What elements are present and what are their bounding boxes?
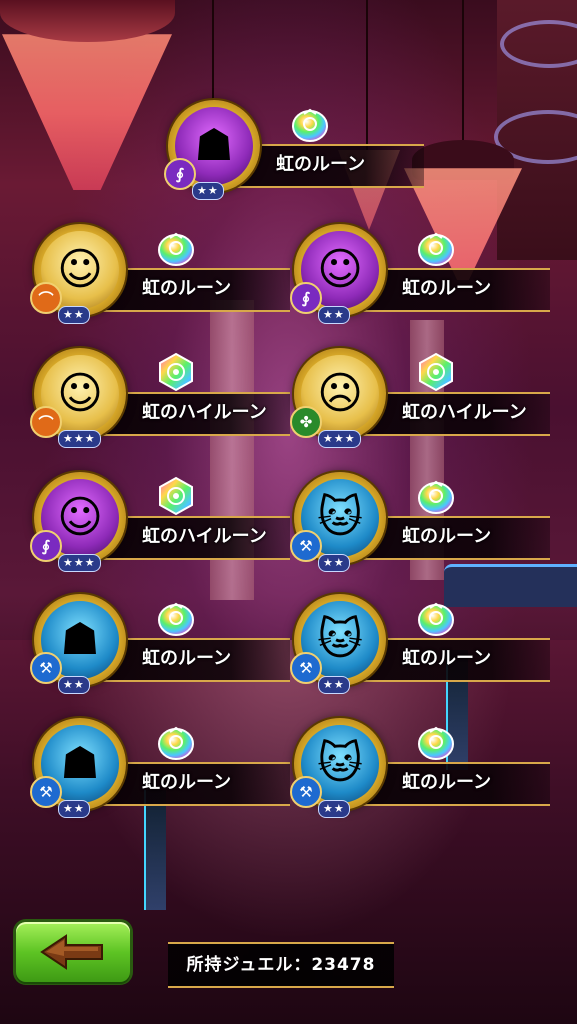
rainbow-rune-icon — [156, 228, 196, 268]
lamp-wire-decoration — [212, 0, 214, 110]
rarity-stars: ★★ — [192, 182, 224, 200]
rarity-stars: ★★ — [318, 676, 350, 694]
rarity-stars: ★★ — [58, 676, 90, 694]
rarity-stars: ★★ — [58, 800, 90, 818]
reward-name: 虹のルーン — [276, 154, 366, 175]
reward-item[interactable]: 虹のルーン ☗ ∮ ★★ — [164, 96, 432, 208]
staff-icon: ∮ — [290, 282, 322, 314]
reward-item[interactable]: 虹のハイルーン ☹ ✤ ★★★ — [290, 344, 558, 456]
axe-icon: ⚒ — [290, 652, 322, 684]
bow-icon: ⌒ — [30, 406, 62, 438]
reward-item[interactable]: 虹のハイルーン ☺ ∮ ★★★ — [30, 468, 298, 580]
rainbow-rune-icon — [416, 476, 456, 516]
lamp-wire-decoration — [462, 0, 464, 145]
reward-item[interactable]: 虹のルーン ☗ ⚒ ★★ — [30, 590, 298, 702]
staff-icon: ∮ — [30, 530, 62, 562]
reward-name: 虹のルーン — [142, 772, 232, 793]
healer-icon: ✤ — [290, 406, 322, 438]
jewel-count-panel: 所持ジュエル：23478 — [168, 942, 394, 988]
axe-icon: ⚒ — [290, 776, 322, 808]
axe-icon: ⚒ — [30, 652, 62, 684]
reward-name: 虹のハイルーン — [402, 402, 527, 423]
rainbow-rune-icon — [416, 228, 456, 268]
reward-item[interactable]: 虹のルーン 🐱 ⚒ ★★ — [290, 468, 558, 580]
rarity-stars: ★★★ — [58, 430, 101, 448]
rarity-stars: ★★ — [318, 554, 350, 572]
bow-icon: ⌒ — [30, 282, 62, 314]
rarity-stars: ★★ — [318, 800, 350, 818]
reward-item[interactable]: 虹のルーン ☺ ∮ ★★ — [290, 220, 558, 332]
back-button[interactable] — [16, 922, 130, 982]
rainbow-rune-icon — [416, 598, 456, 638]
staff-icon: ∮ — [164, 158, 196, 190]
reward-name: 虹のルーン — [402, 772, 492, 793]
reward-item[interactable]: 虹のハイルーン ☺ ⌒ ★★★ — [30, 344, 298, 456]
back-arrow-icon — [40, 934, 103, 970]
reward-item[interactable]: 虹のルーン ☺ ⌒ ★★ — [30, 220, 298, 332]
reward-name: 虹のルーン — [402, 278, 492, 299]
reward-name: 虹のハイルーン — [142, 402, 267, 423]
reward-name: 虹のハイルーン — [142, 526, 267, 547]
rarity-stars: ★★★ — [58, 554, 101, 572]
reward-name: 虹のルーン — [402, 526, 492, 547]
summon-results-screen: 虹のルーン ☗ ∮ ★★ 虹のルーン ☺ ⌒ ★★ 虹のルーン ☺ ∮ ★★ 虹のハイルーン ☺ ⌒ ★★★ 虹… — [0, 0, 577, 1024]
rainbow-high-rune-icon — [416, 352, 456, 392]
rarity-stars: ★★ — [318, 306, 350, 324]
rainbow-rune-icon — [156, 722, 196, 762]
rainbow-rune-icon — [290, 104, 330, 144]
reward-name: 虹のルーン — [402, 648, 492, 669]
reward-name: 虹のルーン — [142, 278, 232, 299]
rarity-stars: ★★ — [58, 306, 90, 324]
rainbow-rune-icon — [416, 722, 456, 762]
reward-name: 虹のルーン — [142, 648, 232, 669]
axe-icon: ⚒ — [30, 776, 62, 808]
rarity-stars: ★★★ — [318, 430, 361, 448]
jewel-count-label: 所持ジュエル：23478 — [186, 955, 376, 975]
reward-item[interactable]: 虹のルーン 🐱 ⚒ ★★ — [290, 714, 558, 826]
rainbow-high-rune-icon — [156, 476, 196, 516]
reward-item[interactable]: 虹のルーン 🐱 ⚒ ★★ — [290, 590, 558, 702]
rainbow-rune-icon — [156, 598, 196, 638]
rainbow-high-rune-icon — [156, 352, 196, 392]
axe-icon: ⚒ — [290, 530, 322, 562]
reward-item[interactable]: 虹のルーン ☗ ⚒ ★★ — [30, 714, 298, 826]
